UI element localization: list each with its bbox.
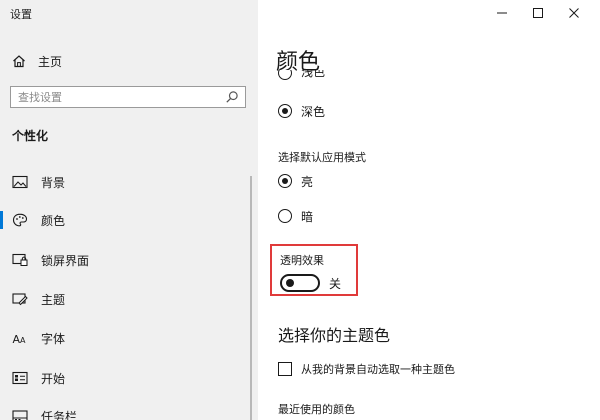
sidebar-item-label: 开始 [41,371,66,386]
sidebar-item-label: 字体 [41,331,66,346]
font-icon: AA [12,331,28,346]
search-icon[interactable] [225,90,239,104]
radio-dot [282,178,288,184]
radio-app-dark[interactable]: 暗 [278,207,313,225]
radio-circle [278,104,292,118]
recent-colors-label: 最近使用的颜色 [278,403,355,416]
search-input[interactable]: 查找设置 [10,86,246,108]
close-button[interactable] [558,4,590,22]
window-title: 设置 [10,8,32,21]
sidebar-item-start[interactable]: 开始 [0,366,258,390]
radio-label: 深色 [301,104,326,119]
auto-accent-checkbox[interactable]: 从我的背景自动选取一种主题色 [278,361,455,377]
palette-icon [12,213,28,227]
section-title: 个性化 [12,129,49,143]
radio-app-light[interactable]: 亮 [278,172,313,190]
picture-icon [12,175,28,189]
app-mode-label: 选择默认应用模式 [278,151,366,164]
toggle-state-label: 关 [329,276,342,291]
radio-dot [282,108,288,114]
sidebar-scrollbar[interactable] [250,176,252,420]
home-icon [12,54,26,68]
home-link[interactable]: 主页 [12,52,62,70]
radio-label: 浅色 [301,70,326,79]
radio-circle [278,209,292,223]
sidebar-item-label: 锁屏界面 [41,253,90,268]
checkbox-label: 从我的背景自动选取一种主题色 [301,363,455,376]
sidebar-item-lock-screen[interactable]: 锁屏界面 [0,248,258,272]
sidebar-item-label: 任务栏 [41,409,78,420]
close-icon [569,8,579,18]
sidebar-item-background[interactable]: 背景 [0,170,258,194]
transparency-toggle-row: 关 [280,274,341,292]
taskbar-icon [12,409,28,420]
radio-label: 亮 [301,174,314,189]
transparency-label: 透明效果 [280,254,324,267]
transparency-toggle[interactable] [280,274,320,292]
accent-heading: 选择你的主题色 [278,326,391,345]
radio-dark-mode[interactable]: 深色 [278,102,325,120]
sidebar-item-colors[interactable]: 颜色 [0,208,258,232]
toggle-knob [286,279,294,287]
theme-icon [12,292,28,306]
active-indicator [0,211,3,229]
sidebar-item-label: 主题 [41,292,66,307]
minimize-icon [497,12,507,14]
lock-screen-icon [12,253,28,267]
radio-light-mode[interactable]: 浅色 [278,70,325,80]
sidebar-item-label: 背景 [41,175,66,190]
sidebar-item-themes[interactable]: 主题 [0,287,258,311]
maximize-icon [533,8,543,18]
radio-label: 暗 [301,209,314,224]
sidebar-item-label: 颜色 [41,213,66,228]
home-label: 主页 [38,54,63,69]
sidebar-item-taskbar[interactable]: 任务栏 [0,404,258,420]
minimize-button[interactable] [486,4,518,22]
search-placeholder: 查找设置 [18,91,62,104]
start-icon [12,371,28,385]
sidebar-item-fonts[interactable]: AA 字体 [0,326,258,350]
maximize-button[interactable] [522,4,554,22]
checkbox-box [278,362,292,376]
radio-circle [278,70,292,80]
svg-text:A: A [20,336,26,345]
sidebar: 设置 主页 查找设置 个性化 背景 颜色 锁屏界面 主题 A A 字体 开始 任… [0,0,258,420]
radio-circle [278,174,292,188]
